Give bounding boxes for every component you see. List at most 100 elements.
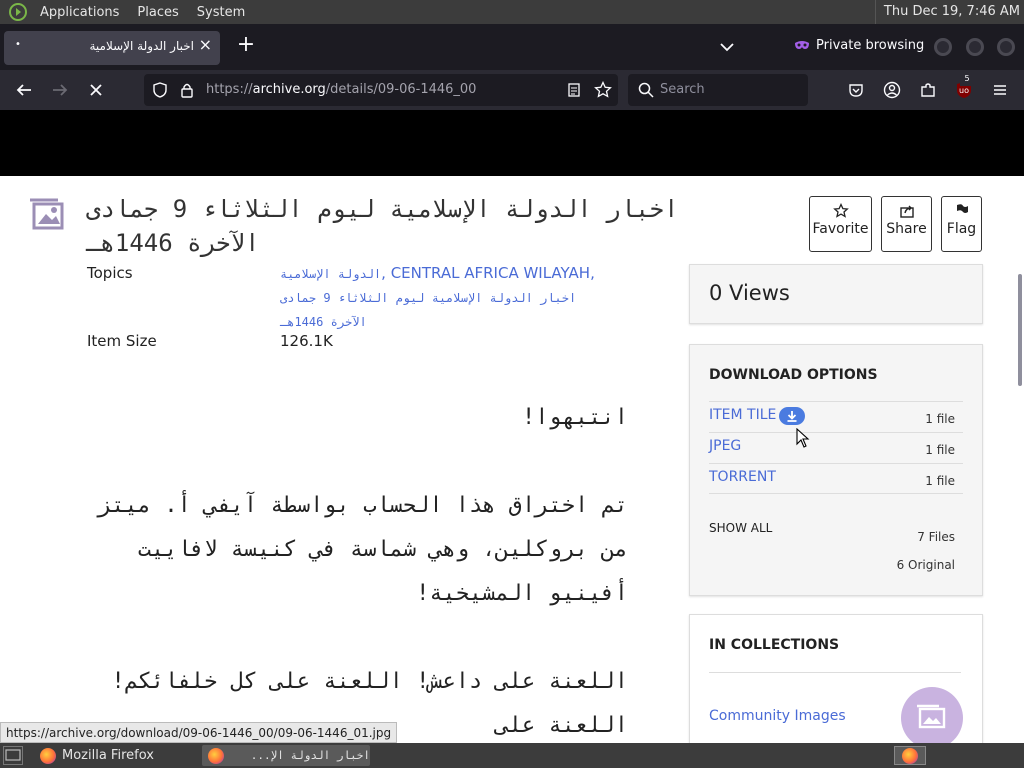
app-menu-button[interactable] — [988, 78, 1012, 102]
topics-list: الدولة الإسلامية, CENTRAL AFRICA WILAYAH… — [280, 264, 595, 329]
flag-label: Flag — [946, 221, 977, 237]
download-row-jpeg[interactable]: JPEG 1 file — [709, 432, 963, 463]
new-tab-button[interactable]: + — [234, 34, 258, 58]
download-row-item-tile[interactable]: ITEM TILE 1 file — [709, 401, 963, 432]
download-file-count: 1 file — [925, 412, 955, 426]
files-total: 7 Files — [917, 530, 955, 544]
share-label: Share — [886, 221, 927, 237]
download-file-count: 1 file — [925, 443, 955, 457]
bookmark-star-icon[interactable] — [594, 81, 612, 99]
arrow-right-icon — [53, 84, 68, 96]
taskbar-item-page[interactable]: اخبار الدولة الإ... — [202, 745, 370, 766]
image-media-type-icon — [30, 198, 64, 230]
search-bar[interactable]: Search — [628, 74, 808, 106]
taskbar-item-label: اخبار الدولة الإ... — [250, 749, 370, 762]
favorite-label: Favorite — [812, 221, 869, 237]
account-button[interactable] — [880, 78, 904, 102]
taskbar-item-firefox[interactable]: Mozilla Firefox — [34, 745, 198, 766]
flag-button[interactable]: Flag — [941, 196, 982, 252]
item-description: انتبهوا! تم اختراق هذا الحساب بواسطة آيف… — [88, 396, 628, 743]
applications-menu[interactable]: Applications — [34, 5, 125, 20]
collections-box: IN COLLECTIONS Community Images — [689, 614, 983, 743]
collection-image-icon[interactable] — [901, 687, 963, 743]
download-row-torrent[interactable]: TORRENT 1 file — [709, 463, 963, 494]
collections-heading: IN COLLECTIONS — [709, 637, 840, 653]
views-box: 0 Views — [689, 264, 983, 324]
svg-text:uo: uo — [959, 86, 969, 95]
topic-link[interactable]: الدولة الإسلامية — [280, 267, 381, 281]
pocket-button[interactable] — [844, 78, 868, 102]
distro-logo-icon[interactable] — [8, 2, 28, 22]
item-title: اخبار الدولة الإسلامية ليوم الثلاثاء 9 ج… — [86, 195, 679, 257]
system-menu[interactable]: System — [191, 5, 251, 20]
puzzle-icon — [921, 83, 935, 97]
item-size-label: Item Size — [87, 332, 157, 350]
download-icon[interactable] — [779, 407, 805, 425]
page-scrollbar[interactable] — [1018, 274, 1022, 386]
maximize-button[interactable] — [966, 38, 984, 56]
search-placeholder: Search — [660, 82, 705, 97]
show-all-link[interactable]: SHOW ALL — [709, 521, 772, 535]
places-menu[interactable]: Places — [131, 5, 184, 20]
tab-active[interactable]: • اخبار الدولة الإسلامية × — [4, 31, 220, 65]
tab-bar: • اخبار الدولة الإسلامية × + Private bro… — [0, 24, 1024, 70]
collection-link[interactable]: Community Images — [709, 708, 846, 724]
firefox-icon — [902, 748, 918, 764]
minimize-button[interactable] — [934, 38, 952, 56]
account-icon — [883, 81, 901, 99]
private-mask-icon — [795, 41, 809, 49]
lock-icon[interactable] — [180, 82, 194, 98]
back-button[interactable] — [12, 78, 36, 102]
pocket-icon — [849, 84, 863, 97]
clock[interactable]: Thu Dec 19, 7:46 AM — [874, 0, 1020, 24]
show-desktop-button[interactable] — [3, 746, 23, 765]
chevron-down-icon[interactable] — [716, 36, 738, 58]
desktop-icon — [5, 749, 21, 761]
share-button[interactable]: Share — [881, 196, 932, 252]
link-status-tooltip: https://archive.org/download/09-06-1446_… — [0, 722, 398, 743]
topic-link[interactable]: اخبار الدولة الإسلامية ليوم الثلاثاء 9 ج… — [280, 291, 576, 329]
download-format-link[interactable]: JPEG — [709, 438, 741, 454]
close-icon — [90, 84, 102, 96]
views-count: 0 Views — [709, 281, 790, 305]
extensions-button[interactable] — [916, 78, 940, 102]
mouse-cursor-icon — [796, 428, 810, 448]
firefox-icon — [208, 747, 224, 764]
star-icon — [832, 203, 849, 218]
url-bar[interactable]: https://archive.org/details/09-06-1446_0… — [144, 74, 618, 106]
description-paragraph: تم اختراق هذا الحساب بواسطة آيفي أ. ميتز… — [98, 493, 628, 606]
tab-title: اخبار الدولة الإسلامية — [89, 39, 194, 53]
workspace-switcher[interactable] — [894, 746, 926, 765]
taskbar-item-label: Mozilla Firefox — [62, 748, 154, 763]
stop-loading-button[interactable] — [84, 78, 108, 102]
divider — [709, 672, 961, 673]
bottom-taskbar: Mozilla Firefox اخبار الدولة الإ... — [0, 743, 1024, 768]
page-content: اخبار الدولة الإسلامية ليوم الثلاثاء 9 ج… — [0, 176, 1024, 743]
forward-button[interactable] — [48, 78, 72, 102]
download-format-link[interactable]: ITEM TILE — [709, 407, 776, 423]
topics-label: Topics — [87, 264, 133, 282]
download-file-count: 1 file — [925, 474, 955, 488]
flag-icon — [956, 204, 968, 218]
top-panel: Applications Places System Thu Dec 19, 7… — [0, 0, 1024, 24]
reader-view-icon[interactable] — [566, 82, 582, 98]
files-original: 6 Original — [896, 558, 955, 572]
download-options-box: DOWNLOAD OPTIONS ITEM TILE 1 file JPEG 1… — [689, 344, 983, 596]
private-browsing-indicator: Private browsing — [794, 37, 924, 53]
download-format-link[interactable]: TORRENT — [709, 469, 776, 485]
tab-close-icon[interactable]: × — [199, 35, 212, 54]
shield-icon[interactable] — [152, 82, 168, 98]
archive-site-header — [0, 110, 1024, 176]
url-text[interactable]: https://archive.org/details/09-06-1446_0… — [206, 82, 476, 97]
nav-toolbar: https://archive.org/details/09-06-1446_0… — [0, 70, 1024, 110]
description-paragraph: انتبهوا! — [522, 405, 628, 430]
topic-link[interactable]: CENTRAL AFRICA WILAYAH — [391, 264, 590, 282]
tab-loading-icon: • — [15, 39, 21, 50]
hamburger-menu-icon — [994, 85, 1006, 95]
favorite-button[interactable]: Favorite — [809, 196, 872, 252]
search-icon — [638, 82, 654, 98]
arrow-left-icon — [16, 84, 31, 96]
private-browsing-label: Private browsing — [816, 37, 925, 53]
firefox-icon — [40, 747, 56, 764]
close-window-button[interactable] — [997, 38, 1015, 56]
